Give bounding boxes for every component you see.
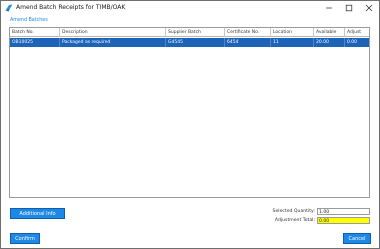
cell-supplier-batch: G4545: [166, 38, 225, 47]
cell-location: 11: [271, 38, 314, 47]
cancel-button[interactable]: Cancel: [343, 233, 371, 244]
cell-certificate-no: 6454: [225, 38, 271, 47]
close-icon: [365, 4, 373, 12]
close-button[interactable]: [359, 1, 379, 15]
additional-info-button[interactable]: Additional Info: [10, 208, 65, 219]
selected-quantity-field: 1.00: [317, 208, 370, 215]
column-header-batch-no[interactable]: Batch No.: [10, 28, 60, 37]
title-bar: Amend Batch Receipts for TIMB/OAK: [1, 1, 379, 15]
batches-grid[interactable]: Batch No. Description Supplier Batch Cer…: [9, 27, 370, 198]
cell-adjust[interactable]: 0.00: [345, 38, 369, 47]
column-header-available[interactable]: Available: [314, 28, 345, 37]
column-header-supplier-batch[interactable]: Supplier Batch: [166, 28, 225, 37]
grid-header: Batch No. Description Supplier Batch Cer…: [10, 28, 369, 37]
amend-batch-receipts-window: Amend Batch Receipts for TIMB/OAK Amend …: [0, 0, 380, 249]
adjustment-total-field: 0.00: [317, 217, 370, 224]
confirm-button[interactable]: Confirm: [10, 233, 40, 244]
minimize-icon: [326, 7, 332, 9]
selected-quantity-label: Selected Quantity:: [272, 209, 315, 214]
column-header-certificate-no[interactable]: Certificate No.: [225, 28, 271, 37]
app-logo-icon: [5, 4, 13, 12]
cell-batch-no: OB10025: [10, 38, 60, 47]
column-header-location[interactable]: Location: [271, 28, 314, 37]
cell-description: Packaged as required: [60, 38, 166, 47]
minimize-button[interactable]: [319, 1, 339, 15]
table-row-selected[interactable]: OB10025 Packaged as required G4545 6454 …: [10, 38, 369, 47]
maximize-icon: [345, 4, 353, 12]
cell-available: 20.00: [314, 38, 345, 47]
window-title: Amend Batch Receipts for TIMB/OAK: [16, 4, 126, 11]
column-header-description[interactable]: Description: [60, 28, 166, 37]
section-heading: Amend Batches: [10, 18, 48, 23]
column-header-adjust[interactable]: Adjust: [345, 28, 369, 37]
maximize-button[interactable]: [339, 1, 359, 15]
adjustment-total-label: Adjustment Total:: [274, 218, 315, 223]
